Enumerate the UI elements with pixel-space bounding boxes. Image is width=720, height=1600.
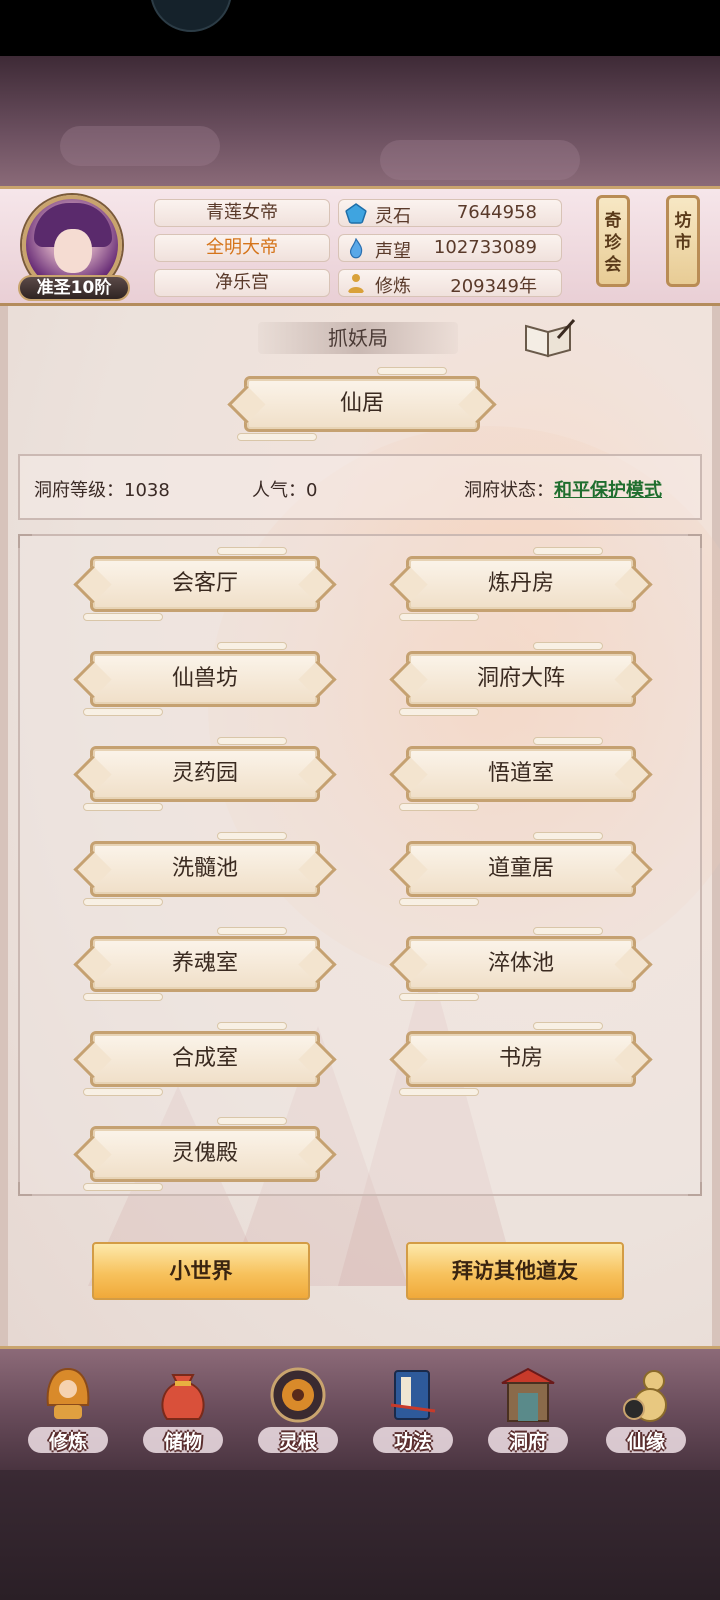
spirit-root-icon [270,1367,326,1423]
stat-value: 102733089 [433,237,537,258]
estate-popularity: 人气：0 [252,480,318,501]
visit-friends-button[interactable]: 拜访其他道友 [406,1242,624,1300]
room-button-alchemy[interactable]: 炼丹房 [399,547,636,621]
nav-label: 功法 [393,1431,432,1453]
nav-immortal-fate[interactable]: 仙缘 [598,1357,694,1463]
bottom-backdrop [0,1470,720,1600]
storage-bag-icon [161,1374,205,1420]
nav-label: 储物 [163,1431,202,1453]
nav-cave-mansion[interactable]: 洞府 [480,1357,576,1463]
stat-prestige: 声望 102733089 [338,234,562,262]
stat-label: 灵石 [375,206,411,227]
main-banner-label: 仙居 [339,391,384,416]
stat-value: 7644958 [456,202,537,223]
room-button-enlightenment[interactable]: 悟道室 [399,737,636,811]
header-backdrop [0,56,720,186]
nav-label: 仙缘 [626,1431,665,1453]
room-button-soul-room[interactable]: 养魂室 [83,927,320,1001]
peace-mode-link[interactable]: 和平保护模式 [554,480,662,501]
spirit-stone-icon [345,203,367,224]
nav-label: 灵根 [278,1431,317,1453]
nav-technique[interactable]: 功法 [365,1357,461,1463]
stat-label: 声望 [375,241,411,262]
room-button-library[interactable]: 书房 [399,1022,636,1096]
rank-badge: 准圣10阶 [18,275,130,301]
book-icon[interactable] [524,318,576,358]
estate-level: 洞府等级：1038 [34,480,170,501]
room-button-synthesis[interactable]: 合成室 [83,1022,320,1096]
section-title: 抓妖局 [258,322,458,354]
room-button-reception[interactable]: 会客厅 [83,547,320,621]
technique-book-icon [390,1370,436,1420]
nav-label: 洞府 [508,1431,547,1453]
stat-spirit-stone: 灵石 7644958 [338,199,562,227]
room-button-formation[interactable]: 洞府大阵 [399,642,636,716]
rooms-grid: 会客厅 炼丹房 仙兽坊 洞府大阵 灵药园 悟道室 洗髓池 道童居 养魂室 淬体池… [18,534,702,1196]
main-panel: 抓妖局 仙居 洞府等级：1038 人气：0 洞府状态：和平保护模式 会客厅 炼丹… [0,306,720,1346]
room-button-herb-garden[interactable]: 灵药园 [83,737,320,811]
nav-cultivate[interactable]: 修炼 [20,1357,116,1463]
stat-value: 209349年 [450,276,537,297]
title-primary: 青莲女帝 [154,199,330,227]
bottom-nav: 修炼 储物 灵根 功法 洞府 仙缘 [0,1346,720,1470]
room-button-marrow-pool[interactable]: 洗髓池 [83,832,320,906]
title-secondary: 全明大帝 [154,234,330,262]
estate-status: 洞府状态：和平保护模式 [464,480,662,501]
nav-storage[interactable]: 储物 [135,1357,231,1463]
prestige-flame-icon [349,238,363,259]
main-banner: 仙居 [237,367,480,441]
mascot-icon[interactable] [150,0,232,32]
status-bar [0,0,720,56]
room-button-beast[interactable]: 仙兽坊 [83,642,320,716]
room-button-puppet-hall[interactable]: 灵傀殿 [83,1117,320,1191]
cave-mansion-icon [501,1367,555,1422]
estate-info: 洞府等级：1038 人气：0 洞府状态：和平保护模式 [18,454,702,520]
treasure-fair-button[interactable]: 奇珍会 [596,195,630,287]
room-button-tempering-pool[interactable]: 淬体池 [399,927,636,1001]
stat-label: 修炼 [375,276,411,297]
sect-name: 净乐宫 [154,269,330,297]
room-button-disciple-house[interactable]: 道童居 [399,832,636,906]
cultivate-icon [46,1367,90,1419]
small-world-button[interactable]: 小世界 [92,1242,310,1300]
nav-label: 修炼 [48,1431,87,1453]
nav-spirit-root[interactable]: 灵根 [250,1357,346,1463]
player-info-panel: 准圣10阶 青莲女帝 全明大帝 净乐宫 灵石 7644958 声望 102733… [0,186,720,306]
immortal-fate-icon [623,1370,667,1422]
market-button[interactable]: 坊市 [666,195,700,287]
stat-cultivation: 修炼 209349年 [338,269,562,297]
meditation-icon [348,274,364,293]
